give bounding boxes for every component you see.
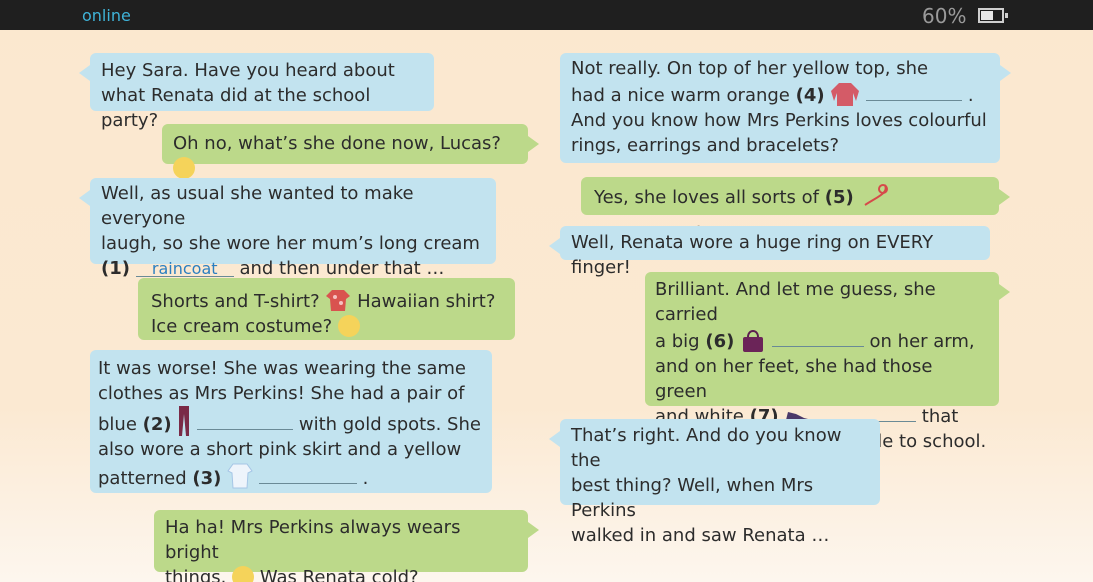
handbag-icon [743,330,764,352]
smile-emoji-icon [337,315,360,337]
message-bubble: Well, as usual she wanted to make everyo… [79,178,496,279]
necklace-icon [864,184,889,206]
status-bar: online 60% [0,0,1093,30]
message-bubble: That’s right. And do you know the best t… [549,419,880,546]
answer-raincoat[interactable]: raincoat [152,259,218,278]
message-bubble: Not really. On top of her yellow top, sh… [560,53,1011,163]
top-icon [227,463,253,489]
jumper-icon [831,83,860,106]
online-status: online [82,6,131,25]
message-bubble: Brilliant. And let me guess, she carried… [645,272,1010,452]
message-bubble: It was worse! She was wearing the same c… [90,350,492,493]
laughing-emoji-icon [232,566,255,582]
thinking-emoji-icon [173,157,195,179]
message-bubble: Yes, she loves all sorts of (5) . [581,177,1010,233]
message-bubble: Ha ha! Mrs Perkins always wears bright t… [154,510,539,582]
message-bubble: Well, Renata wore a huge ring on EVERY f… [549,226,990,278]
battery-percent: 60% [922,4,967,28]
shirt-icon [326,290,351,311]
message-bubble: Hey Sara. Have you heard about what Rena… [79,53,434,131]
chat-screen: online 60% Hey Sara. Have you heard abou… [0,0,1093,582]
trousers-icon [179,406,190,436]
message-bubble: Shorts and T-shirt? Hawaiian shirt? Ice … [138,278,515,340]
message-bubble: Oh no, what’s she done now, Lucas? [162,124,539,179]
battery-icon [978,8,1008,23]
